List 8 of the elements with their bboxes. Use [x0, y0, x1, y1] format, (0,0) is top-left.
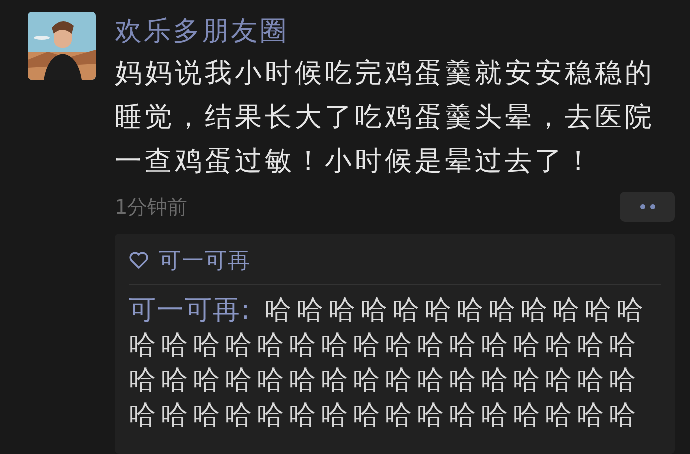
- more-button[interactable]: [620, 192, 675, 222]
- comment-text: 可一可再: 哈哈哈哈哈哈哈哈哈哈哈哈哈哈哈哈哈哈哈哈哈哈哈哈哈哈哈哈哈哈哈哈哈哈哈哈哈哈哈哈哈哈哈哈哈哈哈哈哈哈哈哈哈哈哈哈哈哈哈哈: [129, 294, 650, 433]
- dots-icon: [638, 204, 656, 210]
- liker-name[interactable]: 可一可再: [159, 246, 251, 276]
- post-time: 1分钟前: [115, 194, 188, 220]
- heart-icon: [129, 252, 149, 270]
- post-text: 妈妈说我小时候吃完鸡蛋羹就安安稳稳的睡觉，结果长大了吃鸡蛋羹头晕，去医院一查鸡蛋过敏！小时候是晕过去了！: [115, 57, 656, 179]
- author-name[interactable]: 欢乐多朋友圈: [115, 12, 675, 52]
